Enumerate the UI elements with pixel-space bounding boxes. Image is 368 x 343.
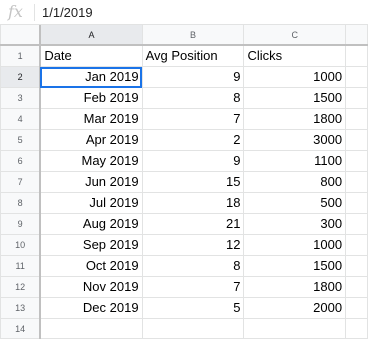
row-header[interactable]: 14 — [0, 318, 42, 339]
clicks-cell[interactable]: 300 — [243, 213, 347, 235]
clicks-cell[interactable]: 1000 — [243, 234, 347, 256]
date-cell[interactable]: Mar 2019 — [39, 108, 143, 130]
avg-position-cell[interactable]: 15 — [141, 171, 245, 193]
row-header[interactable]: 3 — [0, 87, 42, 109]
avg-position-cell[interactable]: 9 — [141, 150, 245, 172]
table-row: 13 Dec 2019 5 2000 — [0, 297, 368, 319]
clicks-cell[interactable]: 1500 — [243, 87, 347, 109]
row-header[interactable]: 9 — [0, 213, 42, 235]
avg-position-cell[interactable]: 12 — [141, 234, 245, 256]
row-header[interactable]: 7 — [0, 171, 42, 193]
header-cell-date[interactable]: Date — [39, 44, 143, 67]
column-header-b[interactable]: B — [141, 25, 245, 46]
header-cell-clicks[interactable]: Clicks — [243, 44, 347, 67]
clicks-cell[interactable]: 3000 — [243, 129, 347, 151]
empty-cell[interactable] — [39, 318, 143, 339]
table-row: 9 Aug 2019 21 300 — [0, 213, 368, 235]
empty-cell[interactable] — [345, 108, 368, 130]
table-row: 3 Feb 2019 8 1500 — [0, 87, 368, 109]
fx-icon: fx — [8, 2, 23, 21]
table-row: 11 Oct 2019 8 1500 — [0, 255, 368, 277]
column-header-row: A B C — [0, 25, 368, 46]
row-header[interactable]: 5 — [0, 129, 42, 151]
row-header[interactable]: 10 — [0, 234, 42, 256]
row-header[interactable]: 6 — [0, 150, 42, 172]
avg-position-cell[interactable]: 21 — [141, 213, 245, 235]
clicks-cell[interactable]: 1500 — [243, 255, 347, 277]
empty-cell[interactable] — [243, 318, 347, 339]
header-cell-avg-position[interactable]: Avg Position — [141, 44, 245, 67]
empty-cell[interactable] — [345, 66, 368, 88]
empty-cell[interactable] — [345, 213, 368, 235]
empty-cell[interactable] — [345, 234, 368, 256]
clicks-cell[interactable]: 1800 — [243, 276, 347, 298]
row-header[interactable]: 13 — [0, 297, 42, 319]
empty-cell[interactable] — [345, 297, 368, 319]
clicks-cell[interactable]: 1800 — [243, 108, 347, 130]
row-header[interactable]: 2 — [0, 66, 42, 88]
date-cell[interactable]: Jul 2019 — [39, 192, 143, 214]
row-header[interactable]: 1 — [0, 44, 42, 67]
table-row: 8 Jul 2019 18 500 — [0, 192, 368, 214]
date-cell[interactable]: Nov 2019 — [39, 276, 143, 298]
table-row: 12 Nov 2019 7 1800 — [0, 276, 368, 298]
formula-input[interactable]: 1/1/2019 — [42, 3, 362, 22]
date-cell[interactable]: May 2019 — [39, 150, 143, 172]
date-cell[interactable]: Oct 2019 — [39, 255, 143, 277]
table-row: 5 Apr 2019 2 3000 — [0, 129, 368, 151]
formula-bar-divider — [34, 4, 35, 21]
sheet-grid: A B C 1 Date Avg Position Clicks 2 Jan 20… — [0, 25, 368, 339]
date-cell[interactable]: Dec 2019 — [39, 297, 143, 319]
empty-cell[interactable] — [345, 129, 368, 151]
table-row: 7 Jun 2019 15 800 — [0, 171, 368, 193]
table-row: 4 Mar 2019 7 1800 — [0, 108, 368, 130]
table-row: 10 Sep 2019 12 1000 — [0, 234, 368, 256]
avg-position-cell[interactable]: 2 — [141, 129, 245, 151]
avg-position-cell[interactable]: 18 — [141, 192, 245, 214]
avg-position-cell[interactable]: 8 — [141, 87, 245, 109]
table-row: 6 May 2019 9 1100 — [0, 150, 368, 172]
column-header-a[interactable]: A — [39, 25, 143, 46]
clicks-cell[interactable]: 500 — [243, 192, 347, 214]
column-header-c[interactable]: C — [243, 25, 347, 46]
empty-cell[interactable] — [345, 318, 368, 339]
empty-cell[interactable] — [141, 318, 245, 339]
avg-position-cell[interactable]: 9 — [141, 66, 245, 88]
date-cell[interactable]: Apr 2019 — [39, 129, 143, 151]
avg-position-cell[interactable]: 7 — [141, 276, 245, 298]
clicks-cell[interactable]: 2000 — [243, 297, 347, 319]
clicks-cell[interactable]: 1000 — [243, 66, 347, 88]
empty-cell[interactable] — [345, 255, 368, 277]
date-cell[interactable]: Jan 2019 — [39, 66, 143, 88]
empty-cell[interactable] — [345, 171, 368, 193]
date-cell[interactable]: Sep 2019 — [39, 234, 143, 256]
row-header[interactable]: 12 — [0, 276, 42, 298]
empty-cell[interactable] — [345, 150, 368, 172]
date-cell[interactable]: Aug 2019 — [39, 213, 143, 235]
clicks-cell[interactable]: 1100 — [243, 150, 347, 172]
empty-cell[interactable] — [345, 87, 368, 109]
row-header[interactable]: 11 — [0, 255, 42, 277]
row-header[interactable]: 4 — [0, 108, 42, 130]
table-row: 2 Jan 2019 9 1000 — [0, 66, 368, 88]
empty-cell[interactable] — [345, 44, 368, 67]
avg-position-cell[interactable]: 7 — [141, 108, 245, 130]
avg-position-cell[interactable]: 5 — [141, 297, 245, 319]
formula-bar: fx 1/1/2019 — [0, 0, 368, 25]
table-row: 1 Date Avg Position Clicks — [0, 44, 368, 67]
empty-cell[interactable] — [345, 192, 368, 214]
row-header[interactable]: 8 — [0, 192, 42, 214]
avg-position-cell[interactable]: 8 — [141, 255, 245, 277]
column-header-overflow[interactable] — [345, 25, 368, 46]
date-cell[interactable]: Jun 2019 — [39, 171, 143, 193]
date-cell[interactable]: Feb 2019 — [39, 87, 143, 109]
clicks-cell[interactable]: 800 — [243, 171, 347, 193]
empty-cell[interactable] — [345, 276, 368, 298]
table-row: 14 — [0, 318, 368, 339]
spreadsheet-app: fx 1/1/2019 A B C 1 Date Avg Position Cl… — [0, 0, 368, 343]
select-all-corner[interactable] — [0, 25, 42, 46]
